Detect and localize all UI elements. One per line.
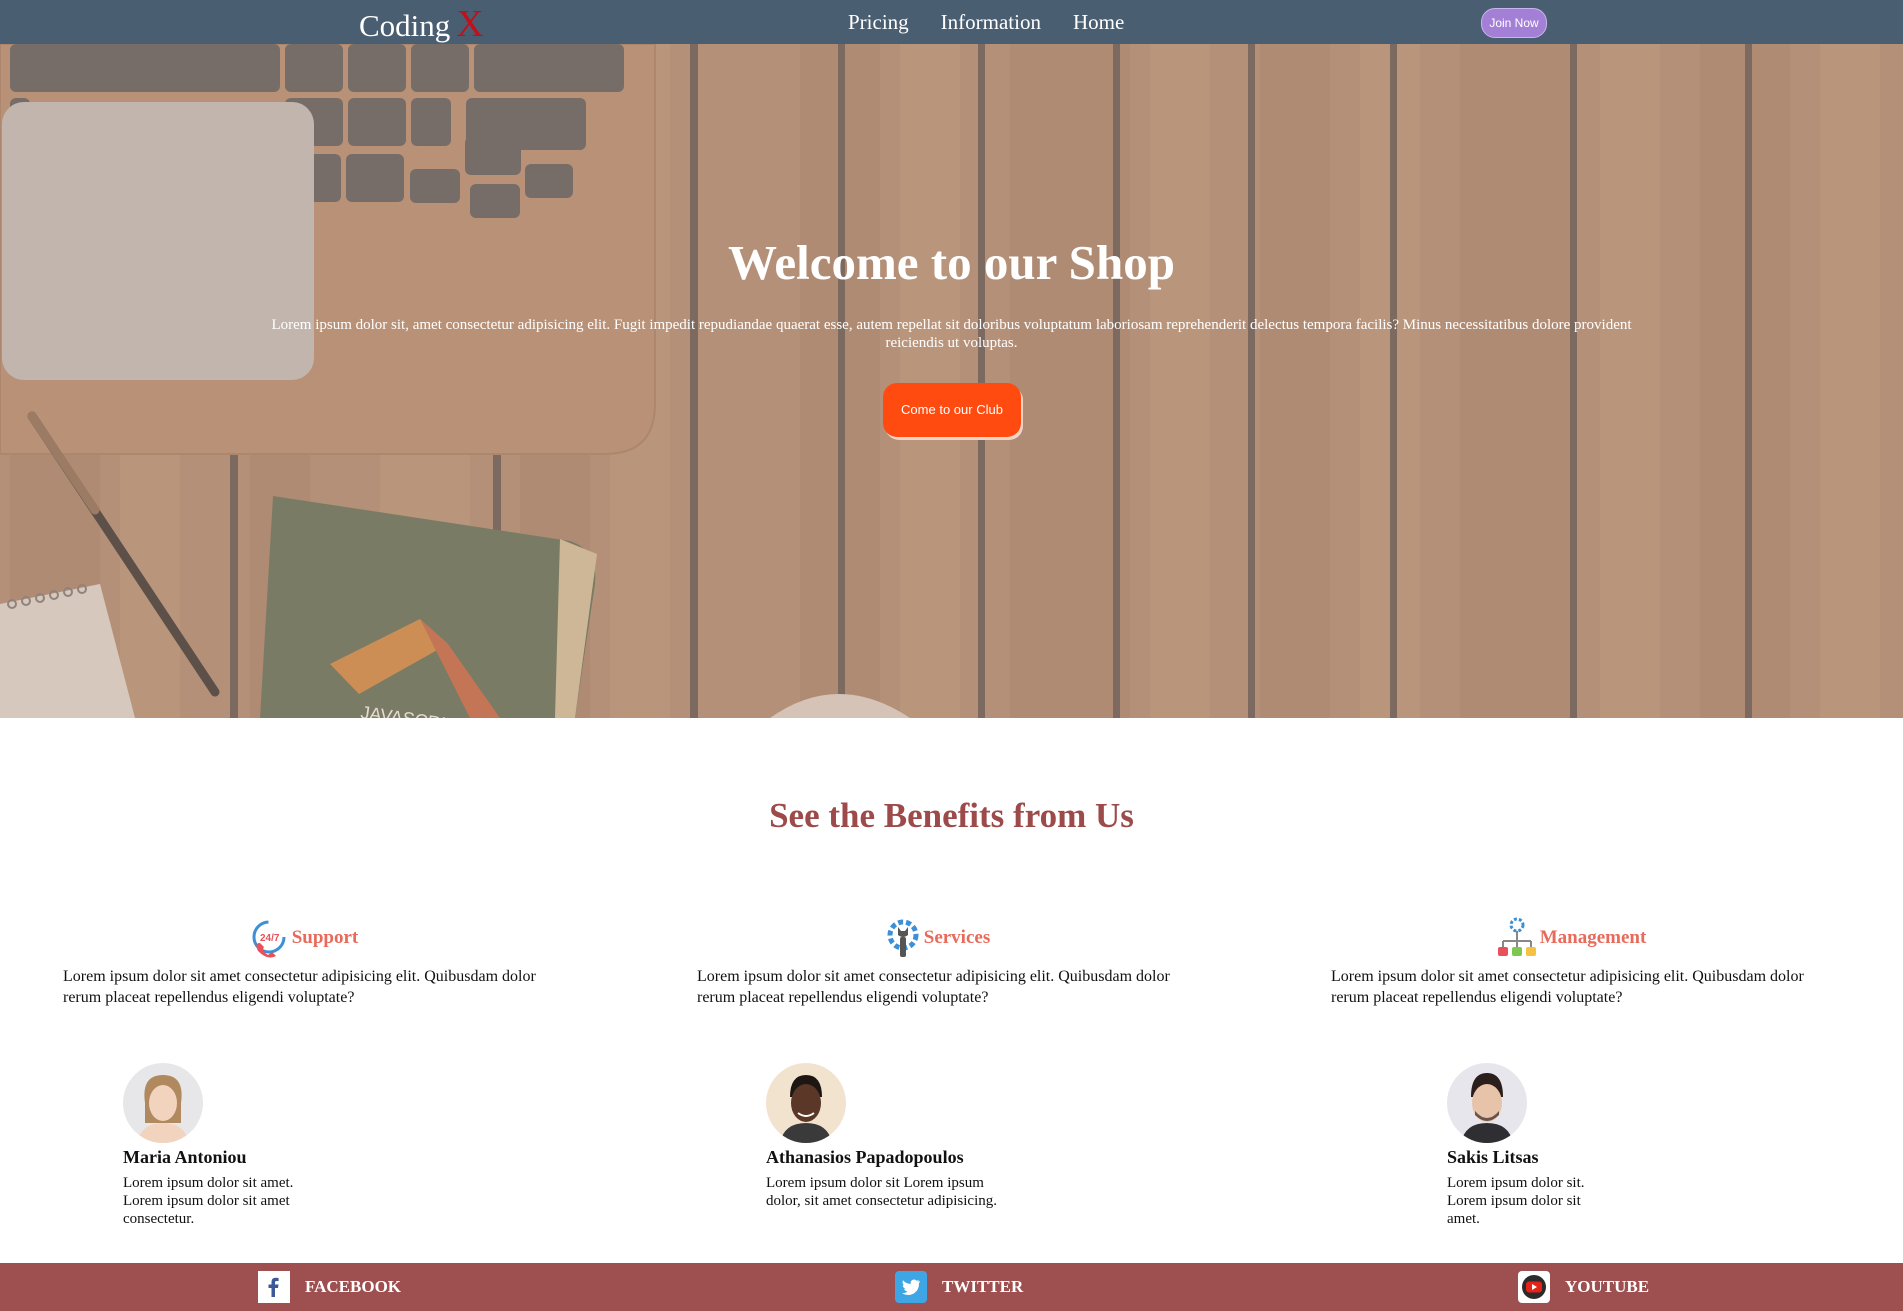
team-member-card: Sakis Litsas Lorem ipsum dolor sit. Lore… (1447, 1063, 1707, 1228)
social-link-twitter[interactable]: TWITTER (895, 1271, 1023, 1303)
avatar (1447, 1063, 1527, 1143)
social-link-youtube[interactable]: YOUTUBE (1518, 1271, 1649, 1303)
team-member-card: Maria Antoniou Lorem ipsum dolor sit ame… (123, 1063, 383, 1228)
social-label: TWITTER (942, 1277, 1024, 1296)
hero-title: Welcome to our Shop (728, 235, 1175, 290)
member-name: Athanasios Papadopoulos (766, 1147, 964, 1167)
navbar: Coding X Pricing Information Home Join No… (0, 0, 1903, 46)
hero-background-image: JAVASCRIPT (0, 44, 1903, 718)
management-hierarchy-icon (1497, 917, 1536, 956)
benefit-management: Management Lorem ipsum dolor sit amet co… (1331, 916, 1811, 1008)
benefit-label: Management (1539, 927, 1647, 948)
benefit-services: Services Lorem ipsum dolor sit amet cons… (697, 916, 1177, 1008)
member-text: Lorem ipsum dolor sit. Lorem ipsum dolor… (1447, 1175, 1585, 1227)
member-name: Maria Antoniou (123, 1147, 247, 1167)
benefit-support: 24/7 Support Lorem ipsum dolor sit amet … (63, 916, 543, 1008)
benefit-text: Lorem ipsum dolor sit amet consectetur a… (1331, 968, 1804, 1006)
social-label: YOUTUBE (1565, 1277, 1650, 1296)
footer: FACEBOOK TWITTER YOUTUBE (0, 1263, 1903, 1311)
benefit-label: Support (291, 927, 359, 948)
benefit-text: Lorem ipsum dolor sit amet consectetur a… (63, 968, 536, 1006)
facebook-icon (258, 1271, 290, 1303)
nav-link-home[interactable]: Home (1073, 10, 1124, 35)
come-to-club-button[interactable]: Come to our Club (883, 383, 1021, 437)
youtube-icon (1518, 1271, 1550, 1303)
nav-link-information[interactable]: Information (941, 10, 1041, 35)
hero-section: JAVASCRIPT Welcome to our Shop Lorem ips… (0, 44, 1903, 718)
benefit-label: Services (923, 927, 991, 948)
member-text: Lorem ipsum dolor sit Lorem ipsum dolor,… (766, 1175, 998, 1209)
nav-link-pricing[interactable]: Pricing (848, 10, 909, 35)
svg-text:24/7: 24/7 (260, 933, 280, 944)
logo[interactable]: Coding X (359, 2, 484, 46)
social-label: FACEBOOK (305, 1277, 402, 1296)
benefit-header: Services (697, 916, 1177, 960)
avatar (766, 1063, 846, 1143)
hero-description: Lorem ipsum dolor sit, amet consectetur … (271, 317, 1632, 351)
benefit-text: Lorem ipsum dolor sit amet consectetur a… (697, 968, 1170, 1006)
social-link-facebook[interactable]: FACEBOOK (258, 1271, 401, 1303)
benefit-header: 24/7 Support (63, 916, 543, 960)
benefit-header: Management (1331, 916, 1811, 960)
nav-links: Pricing Information Home (848, 10, 1156, 35)
team-member-card: Athanasios Papadopoulos Lorem ipsum dolo… (766, 1063, 1026, 1210)
services-gear-wrench-icon (887, 919, 919, 957)
member-text: Lorem ipsum dolor sit amet. Lorem ipsum … (123, 1175, 294, 1227)
logo-text: Coding (359, 8, 451, 43)
join-now-button[interactable]: Join Now (1481, 8, 1547, 38)
twitter-icon (895, 1271, 927, 1303)
support-24-7-icon: 24/7 (252, 920, 286, 958)
benefits-title: See the Benefits from Us (769, 796, 1134, 835)
logo-accent: X (456, 3, 484, 45)
member-name: Sakis Litsas (1447, 1147, 1539, 1167)
avatar (123, 1063, 203, 1143)
